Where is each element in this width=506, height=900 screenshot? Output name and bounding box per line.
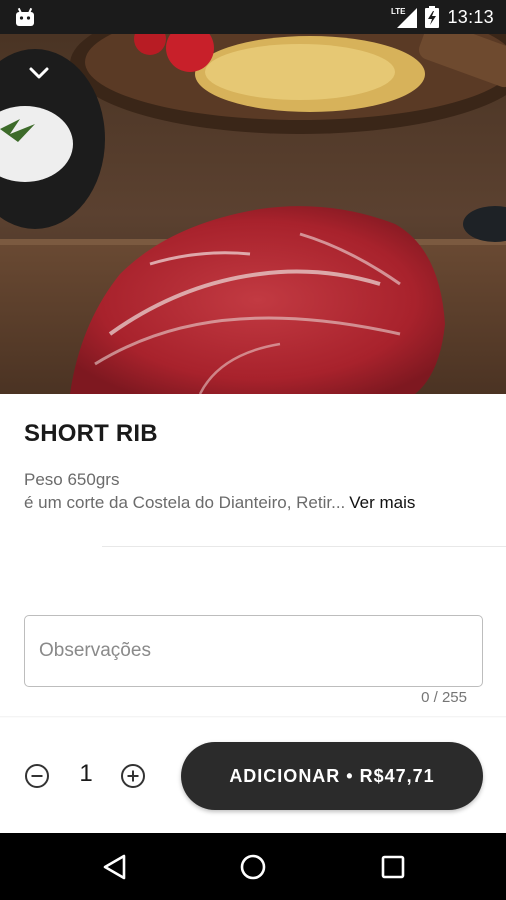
battery-charging-icon <box>425 6 440 28</box>
home-circle-icon[interactable] <box>236 850 270 884</box>
product-photo <box>0 34 506 394</box>
plus-circle-icon[interactable] <box>120 763 146 789</box>
minus-circle-icon[interactable] <box>24 763 50 789</box>
bottom-bar-divider <box>0 716 506 718</box>
observations-field[interactable] <box>24 615 483 687</box>
divider <box>102 546 506 547</box>
product-description: Peso 650grs é um corte da Costela do Dia… <box>24 468 490 514</box>
system-nav-bar <box>0 833 506 900</box>
product-title: SHORT RIB <box>24 420 158 447</box>
product-weight: Peso 650grs <box>24 470 120 489</box>
meat-photo-illustration <box>0 34 506 394</box>
android-debug-icon <box>16 7 34 26</box>
status-time: 13:13 <box>447 6 494 27</box>
status-bar: LTE 13:13 <box>0 0 506 34</box>
observations-input[interactable] <box>39 636 459 666</box>
product-description-text: é um corte da Costela do Dianteiro, Reti… <box>24 493 346 512</box>
quantity-value: 1 <box>79 760 93 787</box>
add-to-cart-button[interactable]: ADICIONAR • R$47,71 <box>181 742 483 810</box>
chevron-down-icon[interactable] <box>26 62 52 84</box>
observations-counter: 0 / 255 <box>421 689 467 706</box>
see-more-link[interactable]: Ver mais <box>349 491 415 514</box>
recents-square-icon[interactable] <box>376 850 410 884</box>
back-triangle-icon[interactable] <box>98 850 132 884</box>
network-label: LTE <box>391 7 406 16</box>
lte-signal-icon: LTE <box>391 7 418 28</box>
add-to-cart-label: ADICIONAR • R$47,71 <box>229 765 435 786</box>
